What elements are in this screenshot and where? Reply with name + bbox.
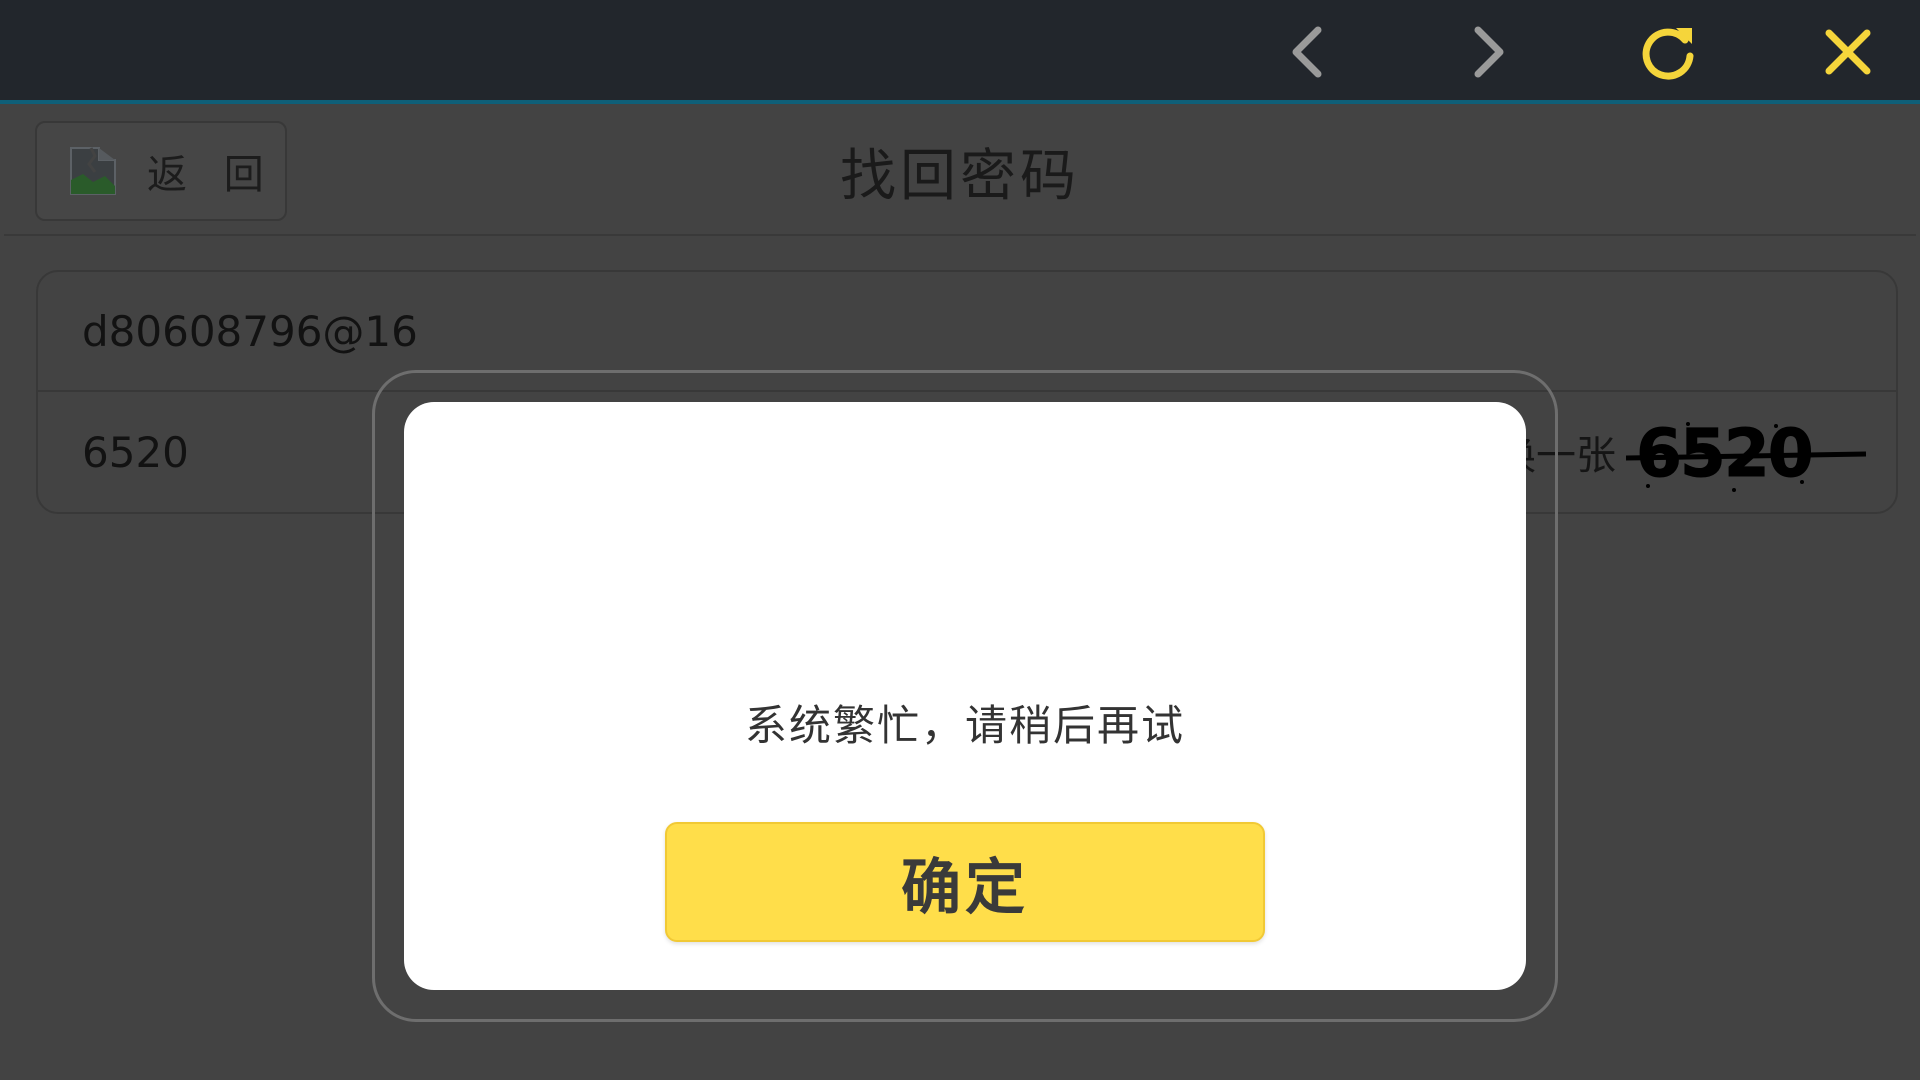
captcha-image[interactable]: 6520 (1626, 412, 1866, 494)
confirm-button[interactable]: 确定 (665, 822, 1265, 942)
browser-toolbar (0, 0, 1920, 104)
close-button[interactable] (1812, 18, 1884, 86)
back-button[interactable]: 返 回 (35, 121, 287, 221)
email-field[interactable]: d80608796@16 (82, 307, 418, 356)
close-icon (1825, 29, 1871, 75)
chevron-left-icon (1292, 26, 1322, 78)
refresh-icon (1642, 28, 1694, 80)
dialog-message: 系统繁忙，请稍后再试 (744, 701, 1185, 750)
page-header: 找回密码 返 回 (4, 108, 1916, 236)
alert-dialog: 系统繁忙，请稍后再试 确定 (404, 402, 1526, 990)
back-label: 返 回 (147, 152, 276, 198)
page-title: 找回密码 (840, 143, 1080, 209)
back-nav-button[interactable] (1272, 18, 1344, 86)
captcha-input[interactable]: 6520 (82, 428, 189, 477)
broken-image-icon (69, 146, 117, 196)
chevron-right-icon (1474, 26, 1504, 78)
forward-nav-button[interactable] (1452, 18, 1524, 86)
app-view: 找回密码 返 回 d80608796@16 6520 换一张 6520 系统繁忙… (4, 108, 1916, 1076)
refresh-button[interactable] (1632, 18, 1704, 86)
